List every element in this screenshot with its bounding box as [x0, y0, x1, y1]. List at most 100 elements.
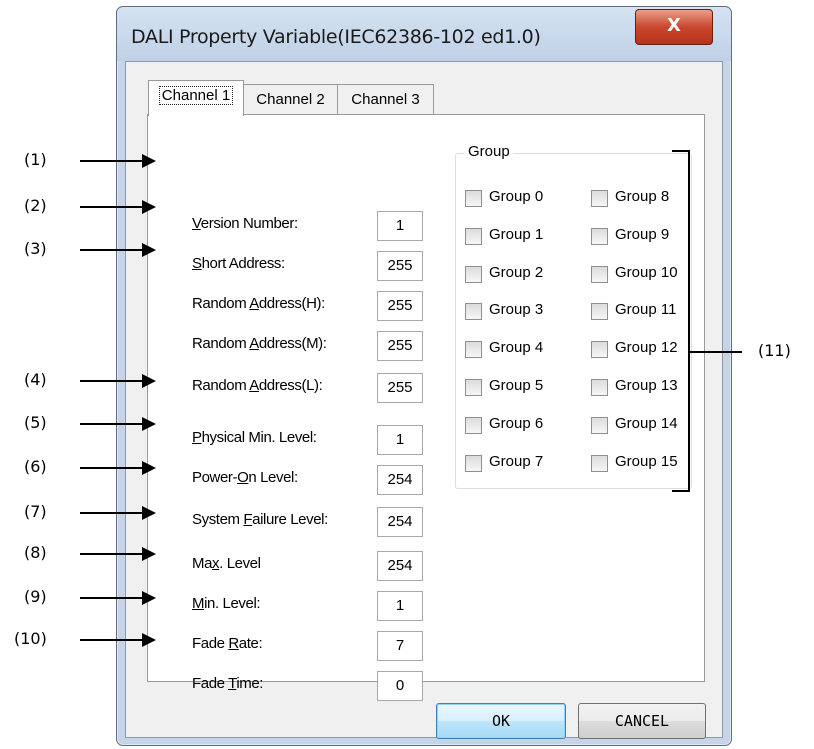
field-label-accesskey: A [249, 335, 259, 352]
annotation-label: (2) [24, 196, 47, 215]
annotation-arrow [80, 506, 156, 520]
group-checkbox[interactable] [591, 341, 608, 358]
annotation-label: (5) [24, 413, 47, 432]
field-label-text: Random [192, 377, 250, 394]
annotation-arrow [80, 200, 156, 214]
field-label-accesskey: R [228, 635, 239, 652]
field-label-text: ate: [238, 635, 263, 652]
tab-panel-channel-1: Version Number: 1 Short Address: 255 Random … [147, 114, 705, 701]
annotation-arrow [80, 633, 156, 647]
annotation-label: (9) [24, 587, 47, 606]
field-value-box[interactable]: 1 [377, 425, 423, 455]
field-value-box[interactable]: 254 [377, 465, 423, 495]
field-label-text: Ma [192, 555, 213, 572]
group-checkbox[interactable] [465, 228, 482, 245]
field-value-box[interactable]: 1 [377, 211, 423, 241]
field-value-box[interactable]: 254 [377, 551, 423, 581]
annotation-label: (6) [24, 457, 47, 476]
group-checkbox-label: Group 10 [615, 264, 678, 281]
field-label-text: ersion Number: [200, 215, 298, 232]
close-icon: X [667, 15, 681, 36]
field-label-accesskey: O [237, 469, 249, 486]
field-label-text: Fade [192, 635, 229, 652]
field-label: Short Address: [192, 255, 285, 272]
group-checkbox[interactable] [591, 417, 608, 434]
group-checkbox[interactable] [591, 379, 608, 396]
field-label-text: Random [192, 335, 250, 352]
field-label: Max. Level [192, 555, 261, 572]
field-label-accesskey: F [243, 511, 253, 528]
group-checkbox-label: Group 13 [615, 377, 678, 394]
group-checkbox-label: Group 1 [489, 226, 544, 243]
field-value-box[interactable]: 1 [377, 591, 423, 621]
field-value-box[interactable]: 254 [377, 507, 423, 537]
field-value-box[interactable]: 0 [377, 671, 423, 701]
group-checkbox-label: Group 6 [489, 415, 544, 432]
group-checkbox-label: Group 12 [615, 339, 678, 356]
group-checkbox[interactable] [465, 190, 482, 207]
annotation-arrow [80, 154, 156, 168]
tab-channel-2[interactable]: Channel 2 [241, 84, 340, 115]
group-checkbox[interactable] [465, 379, 482, 396]
group-box: Group Group 0 Group 1 Group 2 Group 3 Group … [455, 143, 692, 489]
annotation-label: (11) [758, 341, 791, 360]
title-bar[interactable]: DALI Property Variable(IEC62386-102 ed1.… [117, 7, 731, 61]
field-label-text: Fade [192, 675, 229, 692]
group-checkbox-label: Group 15 [615, 453, 678, 470]
field-label-text: in. Level: [204, 595, 261, 612]
group-checkbox[interactable] [465, 341, 482, 358]
field-label-text: ailure Level: [252, 511, 328, 528]
group-checkbox[interactable] [591, 455, 608, 472]
group-checkbox[interactable] [591, 228, 608, 245]
field-label-text: ddress(L): [258, 377, 323, 394]
annotation-label: (7) [24, 502, 47, 521]
field-label: System Failure Level: [192, 511, 328, 528]
field-label: Fade Time: [192, 675, 263, 692]
group-checkbox-label: Group 7 [489, 453, 544, 470]
group-checkbox[interactable] [465, 455, 482, 472]
group-checkbox-label: Group 5 [489, 377, 544, 394]
field-value-box[interactable]: 255 [377, 373, 423, 403]
close-button[interactable]: X [635, 9, 713, 45]
field-label: Fade Rate: [192, 635, 263, 652]
group-checkbox[interactable] [591, 303, 608, 320]
dialog-client-area: Channel 1 Channel 2 Channel 3 Version Nu… [125, 61, 723, 739]
group-checkbox-label: Group 0 [489, 188, 544, 205]
annotation-arrow [80, 591, 156, 605]
field-label-text: hort Address: [201, 255, 286, 272]
field-label-text: n Level: [248, 469, 298, 486]
annotation-label: (4) [24, 370, 47, 389]
field-label: Min. Level: [192, 595, 261, 612]
group-checkbox[interactable] [591, 266, 608, 283]
tab-channel-3[interactable]: Channel 3 [337, 84, 434, 115]
group-checkbox[interactable] [465, 266, 482, 283]
field-label: Random Address(L): [192, 377, 323, 394]
field-label-text: System [192, 511, 244, 528]
group-checkbox[interactable] [465, 417, 482, 434]
tab-channel-1[interactable]: Channel 1 [148, 80, 244, 116]
group-checkbox-label: Group 9 [615, 226, 670, 243]
field-label-text: ime: [236, 675, 264, 692]
field-label-accesskey: P [192, 429, 202, 446]
annotation-label: (8) [24, 543, 47, 562]
field-value-box[interactable]: 255 [377, 291, 423, 321]
ok-button[interactable]: OK [436, 703, 566, 739]
dialog-window: DALI Property Variable(IEC62386-102 ed1.… [116, 6, 732, 746]
group-checkbox-label: Group 11 [615, 301, 677, 318]
cancel-button[interactable]: CANCEL [578, 703, 706, 739]
field-value-box[interactable]: 255 [377, 251, 423, 281]
annotation-arrow [80, 374, 156, 388]
field-value-box[interactable]: 7 [377, 631, 423, 661]
group-checkbox[interactable] [465, 303, 482, 320]
field-label: Version Number: [192, 215, 298, 232]
field-value-box[interactable]: 255 [377, 331, 423, 361]
group-checkbox[interactable] [591, 190, 608, 207]
annotation-label: (3) [24, 239, 47, 258]
annotation-arrow [80, 547, 156, 561]
field-label-text: Random [192, 295, 250, 312]
field-label-text: . Level [219, 555, 261, 572]
field-label-text: ddress(M): [258, 335, 327, 352]
annotation-arrow [80, 461, 156, 475]
group-checkbox-label: Group 3 [489, 301, 544, 318]
field-label: Random Address(M): [192, 335, 327, 352]
